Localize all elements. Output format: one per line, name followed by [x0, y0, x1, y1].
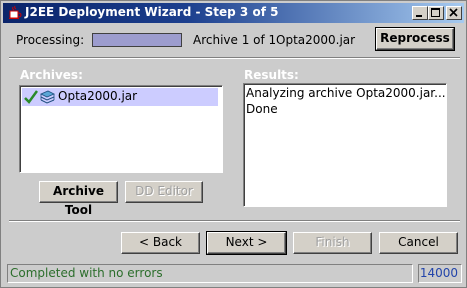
status-bar: Completed with no errors: [7, 264, 413, 283]
top-separator: [9, 57, 460, 59]
close-button[interactable]: [446, 6, 462, 20]
minimize-button[interactable]: [412, 6, 428, 20]
minimize-icon: [416, 15, 422, 17]
maximize-button[interactable]: [428, 6, 444, 20]
maximize-icon: [431, 8, 440, 17]
archive-list-item[interactable]: Opta2000.jar: [22, 88, 218, 106]
results-area[interactable]: Analyzing archive Opta2000.jar... Done: [243, 83, 447, 207]
progress-fill: [93, 34, 181, 46]
check-icon: [24, 90, 38, 104]
back-button[interactable]: < Back: [121, 232, 200, 254]
java-cup-icon: [9, 5, 22, 19]
archive-item-label: Opta2000.jar: [58, 89, 138, 103]
title-bar[interactable]: J2EE Deployment Wizard - Step 3 of 5: [3, 3, 464, 23]
archives-label: Archives:: [20, 68, 83, 82]
processing-label: Processing:: [16, 33, 85, 47]
dd-editor-button[interactable]: DD Editor: [125, 181, 203, 203]
cancel-button[interactable]: Cancel: [379, 232, 458, 254]
current-archive-name: Opta2000.jar: [276, 33, 356, 47]
archive-count: Archive 1 of 1: [193, 33, 277, 47]
status-message: Completed with no errors: [10, 266, 163, 280]
bottom-separator: [9, 220, 460, 222]
next-button[interactable]: Next >: [206, 231, 287, 255]
result-line: Analyzing archive Opta2000.jar...: [246, 86, 446, 100]
jar-stack-icon: [40, 90, 55, 104]
progress-bar: [92, 33, 182, 47]
archive-tool-label: Archive Tool: [53, 184, 104, 217]
reprocess-button[interactable]: Reprocess: [375, 27, 455, 51]
deployment-wizard-window: J2EE Deployment Wizard - Step 3 of 5 Pro…: [0, 0, 467, 288]
close-icon: [449, 8, 458, 17]
status-port: 14000: [418, 264, 462, 283]
archive-tool-button[interactable]: Archive Tool: [39, 181, 118, 217]
dd-editor-label: DD Editor: [135, 184, 193, 198]
result-line: Done: [246, 102, 278, 116]
archives-list[interactable]: Opta2000.jar: [19, 85, 223, 173]
finish-button[interactable]: Finish: [293, 232, 372, 254]
results-label: Results:: [244, 68, 299, 82]
window-title: J2EE Deployment Wizard - Step 3 of 5: [25, 5, 279, 19]
